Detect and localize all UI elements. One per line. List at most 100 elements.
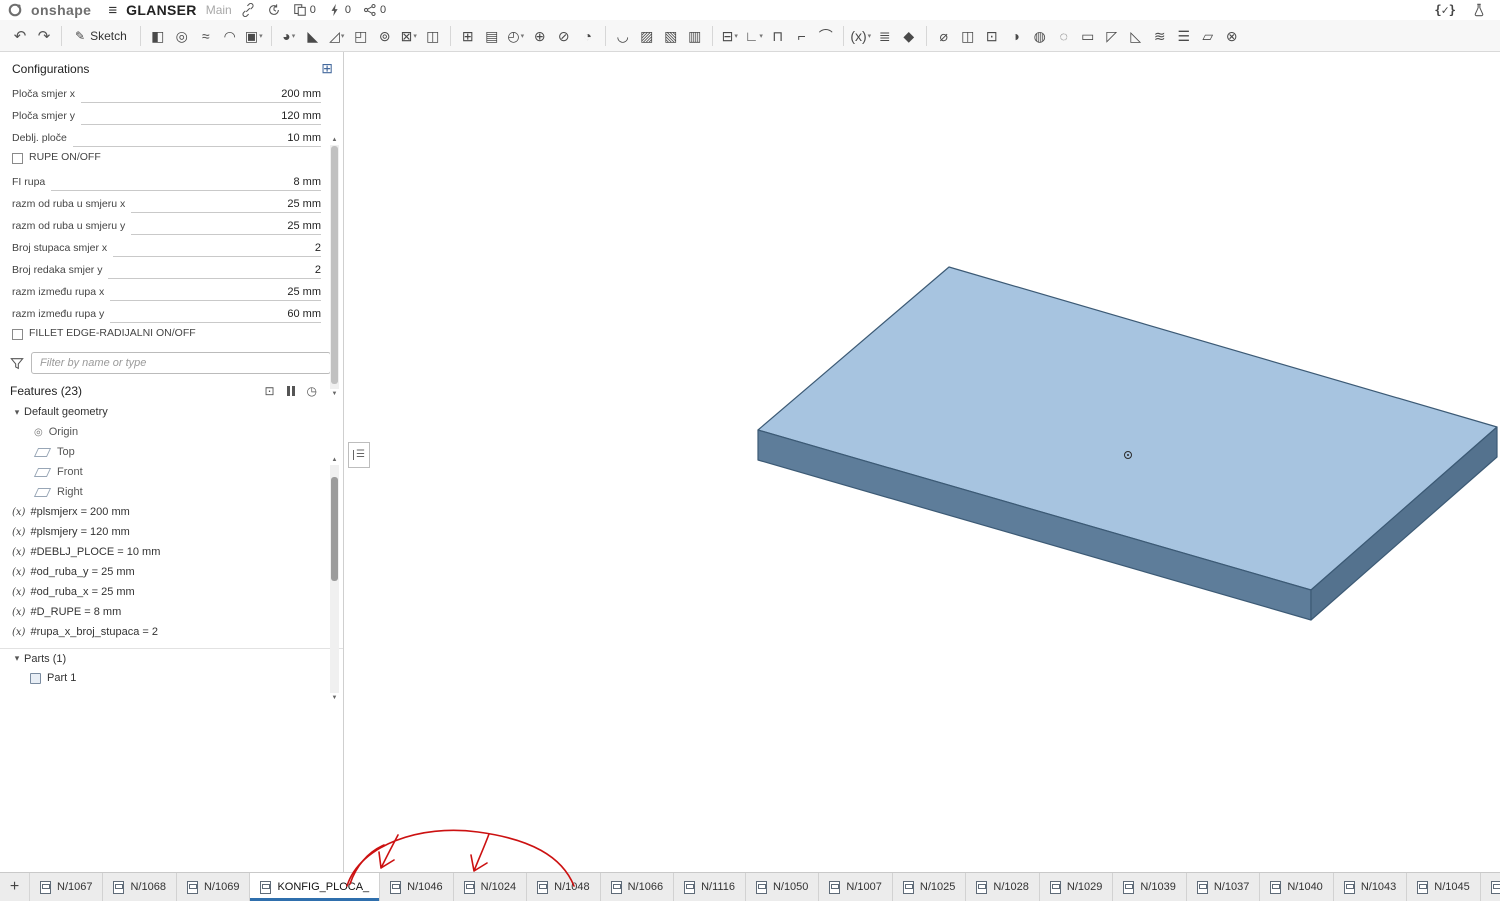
config-value-input[interactable]: 25 mm (131, 198, 321, 213)
bend-icon[interactable]: ⌒ (814, 23, 838, 49)
workspace-name[interactable]: Main (206, 3, 232, 17)
origin-marker[interactable] (1124, 451, 1132, 459)
part-item[interactable]: Part 1 (0, 668, 343, 688)
sweep-icon[interactable]: ≈ (194, 23, 218, 49)
hole-icon[interactable]: ⊚ (373, 23, 397, 49)
onshape-logo-icon[interactable] (8, 3, 22, 17)
history-clock-icon[interactable]: ◷ (307, 384, 317, 398)
scroll-up-icon[interactable]: ▲ (332, 456, 338, 464)
geometry-item[interactable]: Front (0, 462, 343, 482)
config-value-input[interactable]: 2 (108, 264, 321, 279)
document-tab[interactable]: N/1007 (819, 873, 893, 901)
document-tab[interactable]: N/1116 (674, 873, 746, 901)
document-tab[interactable]: N/1024 (454, 873, 528, 901)
variable-item[interactable]: (x) #D_RUPE = 8 mm (0, 602, 343, 622)
branch-count[interactable]: 0 (363, 3, 386, 17)
document-tab[interactable]: N/1039 (1113, 873, 1187, 901)
measure-icon[interactable]: ⌀ (932, 23, 956, 49)
document-tab[interactable]: N/1067 (30, 873, 104, 901)
boundary-surface-icon[interactable]: ▧ (659, 23, 683, 49)
filter-input[interactable] (31, 352, 331, 374)
config-value-input[interactable]: 10 mm (72, 132, 321, 147)
document-tab[interactable]: N/1025 (893, 873, 967, 901)
bom-icon[interactable]: ☰ (1172, 23, 1196, 49)
geometry-item[interactable]: Right (0, 482, 343, 502)
onshape-logo-text[interactable]: onshape (31, 2, 91, 18)
configuration-table-icon[interactable]: ⊞ (321, 60, 333, 77)
versions-icon[interactable] (267, 3, 281, 17)
split-icon[interactable]: ◫ (421, 23, 445, 49)
variable-studio-icon[interactable]: ≣ (873, 23, 897, 49)
hide-icon[interactable]: ◌ (1052, 23, 1076, 49)
fillet-icon[interactable]: ◕ ▾ (277, 23, 301, 49)
undo-icon[interactable]: ↶ (8, 27, 32, 45)
mirror-icon[interactable]: ⊞ (456, 23, 480, 49)
variable-item[interactable]: (x) #rupa_x_broj_stupaca = 2 (0, 622, 343, 642)
insert-feature-icon[interactable]: ⊡ (264, 384, 274, 398)
document-tab[interactable]: N/1046 (380, 873, 454, 901)
chamfer-icon[interactable]: ◣ (301, 23, 325, 49)
mass-properties-icon[interactable]: ◍ (1028, 23, 1052, 49)
variable-icon[interactable]: (x) ▾ (849, 23, 873, 49)
geometry-item[interactable]: Top (0, 442, 343, 462)
dropdown-caret-icon[interactable]: ▾ (521, 32, 525, 40)
circular-pattern-icon[interactable]: ◴ ▾ (504, 23, 528, 49)
modify-fillet-icon[interactable]: ◔ (576, 23, 600, 49)
pause-icon[interactable] (286, 386, 295, 396)
weld-icon[interactable]: ≋ (1148, 23, 1172, 49)
corner-icon[interactable]: ⌐ (790, 23, 814, 49)
main-menu-icon[interactable]: ≡ (108, 2, 117, 19)
document-tab[interactable]: N/1 (1481, 873, 1500, 901)
transform-icon[interactable]: ⊕ (528, 23, 552, 49)
document-tab[interactable]: N/1068 (103, 873, 177, 901)
document-tab[interactable]: N/1040 (1260, 873, 1334, 901)
document-tab[interactable]: KONFIG_PLOCA_ (250, 873, 381, 901)
dropdown-caret-icon[interactable]: ▾ (734, 32, 738, 40)
section-view-icon[interactable]: ◫ (956, 23, 980, 49)
flask-icon[interactable] (1472, 3, 1486, 17)
scroll-down-icon[interactable]: ▼ (332, 694, 338, 702)
chevron-down-icon[interactable]: ▾ (10, 407, 24, 418)
delete-part-icon[interactable]: ⊘ (552, 23, 576, 49)
mate-icon[interactable]: ⊗ (1220, 23, 1244, 49)
config-value-input[interactable]: 8 mm (51, 176, 321, 191)
document-tab[interactable]: N/1048 (527, 873, 601, 901)
dropdown-caret-icon[interactable]: ▾ (868, 32, 872, 40)
dropdown-caret-icon[interactable]: ▾ (413, 32, 417, 40)
config-scrollbar[interactable]: ▲ ▼ (329, 136, 340, 398)
default-geometry-node[interactable]: ▾ Default geometry (0, 402, 343, 422)
fill-surface-icon[interactable]: ▨ (635, 23, 659, 49)
dropdown-caret-icon[interactable]: ▾ (341, 32, 345, 40)
sheet-metal-tab-icon[interactable]: ⊓ (766, 23, 790, 49)
dropdown-caret-icon[interactable]: ▾ (759, 32, 763, 40)
document-tab[interactable]: N/1045 (1407, 873, 1481, 901)
config-value-input[interactable]: 25 mm (131, 220, 321, 235)
variable-item[interactable]: (x) #DEBLJ_PLOCE = 10 mm (0, 542, 343, 562)
document-tab[interactable]: N/1066 (601, 873, 675, 901)
new-tab-button[interactable]: + (0, 873, 30, 901)
redo-icon[interactable]: ↷ (32, 27, 56, 45)
dropdown-caret-icon[interactable]: ▾ (259, 32, 263, 40)
linear-pattern-icon[interactable]: ▤ (480, 23, 504, 49)
config-value-input[interactable]: 25 mm (110, 286, 321, 301)
tag-icon[interactable]: ◆ (897, 23, 921, 49)
revolve-icon[interactable]: ◎ (170, 23, 194, 49)
graphics-viewport[interactable]: ☰ (345, 52, 1500, 872)
document-tab[interactable]: N/1069 (177, 873, 251, 901)
frame-icon[interactable]: ▭ (1076, 23, 1100, 49)
config-value-input[interactable]: 60 mm (110, 308, 321, 323)
variable-item[interactable]: (x) #plsmjery = 120 mm (0, 522, 343, 542)
sheet-metal-model-icon[interactable]: ⊟ ▾ (718, 23, 742, 49)
chevron-down-icon[interactable]: ▾ (10, 653, 24, 664)
rollback-bar-handle[interactable]: ☰ (348, 442, 370, 468)
shell-icon[interactable]: ◰ (349, 23, 373, 49)
trim-icon[interactable]: ◺ (1124, 23, 1148, 49)
config-value-input[interactable]: 200 mm (81, 88, 321, 103)
checkbox[interactable] (12, 328, 23, 340)
features-scrollbar[interactable]: ▲ ▼ (329, 456, 340, 702)
appearance-icon[interactable]: ◑ (1004, 23, 1028, 49)
scroll-down-icon[interactable]: ▼ (332, 390, 338, 398)
boolean-icon[interactable]: ⊠ ▾ (397, 23, 421, 49)
document-tab[interactable]: N/1028 (966, 873, 1040, 901)
sketch-button[interactable]: ✎ Sketch (67, 26, 135, 46)
